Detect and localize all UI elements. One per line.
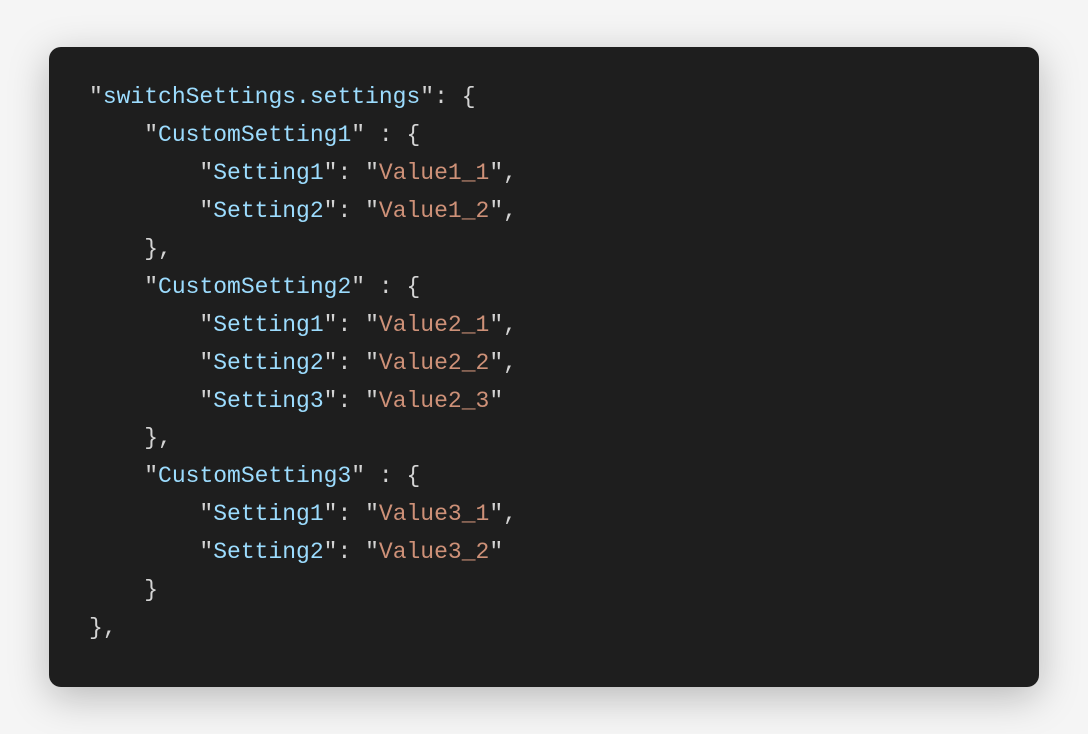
group-key: CustomSetting1: [158, 122, 351, 148]
setting-value: Value2_2: [379, 350, 489, 376]
group-key: CustomSetting3: [158, 463, 351, 489]
root-key: switchSettings.settings: [103, 84, 420, 110]
setting-key: Setting2: [213, 198, 323, 224]
setting-key: Setting3: [213, 388, 323, 414]
setting-value: Value2_3: [379, 388, 489, 414]
setting-value: Value3_2: [379, 539, 489, 565]
setting-key: Setting1: [213, 160, 323, 186]
setting-key: Setting1: [213, 312, 323, 338]
setting-key: Setting2: [213, 350, 323, 376]
setting-value: Value1_2: [379, 198, 489, 224]
setting-value: Value1_1: [379, 160, 489, 186]
setting-key: Setting2: [213, 539, 323, 565]
setting-value: Value3_1: [379, 501, 489, 527]
code-block: "switchSettings.settings": { "CustomSett…: [49, 47, 1039, 687]
group-key: CustomSetting2: [158, 274, 351, 300]
setting-key: Setting1: [213, 501, 323, 527]
setting-value: Value2_1: [379, 312, 489, 338]
